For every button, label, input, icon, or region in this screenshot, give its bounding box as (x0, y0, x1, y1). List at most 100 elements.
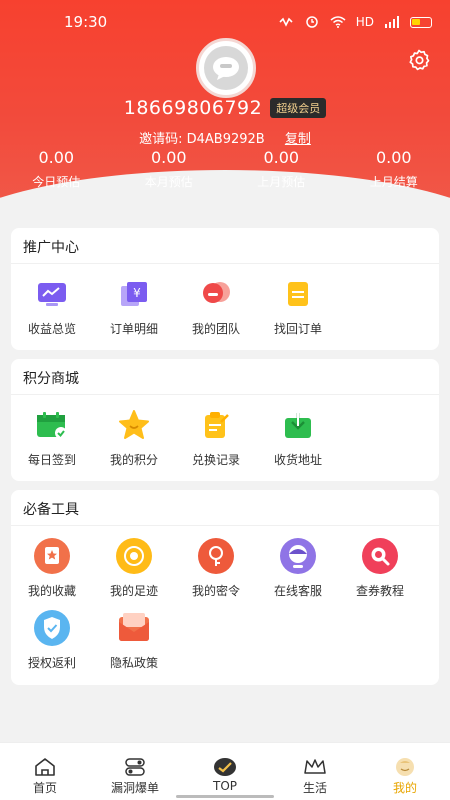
chat-bubble-icon (213, 57, 239, 80)
stat-label: 本月预估 (144, 175, 193, 189)
chart-icon (38, 283, 66, 306)
menu-exchange-records[interactable]: 兑换记录 (175, 405, 257, 477)
copy-button[interactable]: 复制 (285, 132, 311, 147)
menu-label: 授权返利 (27, 656, 76, 670)
bottom-navigation: 首页 漏洞爆单 TOP 生活 我的 (0, 742, 450, 800)
avatar[interactable] (196, 38, 256, 98)
user-phone: 18669806792 (123, 97, 263, 119)
status-icons: HD (278, 15, 432, 29)
menu-my-points[interactable]: 我的积分 (93, 405, 175, 477)
menu-label: 收货地址 (273, 453, 322, 467)
status-time: 19:30 (64, 13, 108, 31)
nav-label: 生活 (302, 781, 327, 795)
menu-my-team[interactable]: 我的团队 (175, 274, 257, 346)
stat-this-month[interactable]: 0.00 本月预估 (113, 148, 226, 190)
stat-value: 0.00 (263, 148, 300, 167)
service-icon (280, 538, 316, 574)
vip-badge: 超级会员 (270, 98, 327, 118)
shield-icon (34, 610, 70, 646)
stat-label: 今日预估 (32, 175, 81, 189)
nav-label: TOP (212, 779, 237, 793)
menu-label: 我的足迹 (109, 584, 158, 598)
menu-label: 我的密令 (191, 584, 240, 598)
nav-mine[interactable]: 我的 (360, 743, 450, 800)
search-coupon-icon (362, 538, 398, 574)
menu-recover-order[interactable]: 找回订单 (257, 274, 339, 346)
menu-coupon-tutorial[interactable]: 查券教程 (339, 536, 421, 608)
menu-label: 我的积分 (109, 453, 158, 467)
stat-value: 0.00 (38, 148, 75, 167)
menu-label: 我的团队 (191, 322, 240, 336)
menu-earnings-overview[interactable]: 收益总览 (11, 274, 93, 346)
footprint-icon (116, 538, 152, 574)
nav-label: 首页 (32, 781, 57, 795)
star-icon (119, 410, 149, 439)
exchange-icon (205, 412, 229, 438)
tools-card: 必备工具 我的收藏 我的足迹 我的密令 在线客服 查券教程 授权返利 隐私政策 (11, 490, 439, 685)
home-icon (35, 758, 55, 776)
menu-label: 查券教程 (355, 584, 404, 598)
menu-order-details[interactable]: ¥ 订单明细 (93, 274, 175, 346)
network-label: HD (355, 15, 374, 29)
nav-label: 漏洞爆单 (110, 781, 159, 795)
stat-label: 上月预估 (257, 175, 306, 189)
wifi-icon (330, 16, 346, 28)
vibrate-icon (279, 17, 293, 27)
menu-label: 找回订单 (273, 322, 322, 336)
menu-authorize-rebate[interactable]: 授权返利 (11, 608, 93, 680)
menu-my-secret-code[interactable]: 我的密令 (175, 536, 257, 608)
earnings-stats: 0.00 今日预估 0.00 本月预估 0.00 上月预估 0.00 上月结算 (0, 148, 450, 190)
menu-daily-checkin[interactable]: 每日签到 (11, 405, 93, 477)
menu-label: 在线客服 (273, 584, 322, 598)
alarm-icon (305, 16, 318, 28)
stat-last-month[interactable]: 0.00 上月预估 (225, 148, 338, 190)
user-info: 18669806792 超级会员 (0, 96, 450, 120)
settings-button[interactable] (406, 47, 432, 73)
nav-deals[interactable]: 漏洞爆单 (90, 743, 180, 800)
stat-today[interactable]: 0.00 今日预估 (0, 148, 113, 190)
key-icon (198, 538, 234, 574)
menu-label: 我的收藏 (27, 584, 76, 598)
battery-icon (410, 16, 432, 28)
invite-code-row: 邀请码: D4AB9292B 复制 (0, 128, 450, 147)
stat-label: 上月结算 (369, 175, 418, 189)
menu-label: 每日签到 (27, 453, 76, 467)
invite-code: 邀请码: D4AB9292B (139, 132, 265, 147)
card-title: 积分商城 (11, 359, 439, 395)
card-title: 推广中心 (11, 228, 439, 264)
menu-label: 订单明细 (109, 322, 158, 336)
signal-icon (385, 16, 399, 28)
stat-value: 0.00 (375, 148, 412, 167)
menu-shipping-address[interactable]: 收货地址 (257, 405, 339, 477)
menu-label: 兑换记录 (191, 453, 240, 467)
gear-icon (409, 49, 430, 71)
order-icon: ¥ (121, 282, 147, 306)
menu-privacy-policy[interactable]: 隐私政策 (93, 608, 175, 680)
card-title: 必备工具 (11, 490, 439, 526)
menu-online-service[interactable]: 在线客服 (257, 536, 339, 608)
address-icon (285, 413, 311, 438)
toggle-icon (125, 758, 145, 776)
nav-life[interactable]: 生活 (270, 743, 360, 800)
stat-last-month-settled[interactable]: 0.00 上月结算 (338, 148, 450, 190)
menu-my-footprints[interactable]: 我的足迹 (93, 536, 175, 608)
avatar-placeholder (204, 46, 248, 90)
calendar-icon (37, 412, 67, 439)
favorite-icon (34, 538, 70, 574)
menu-my-favorites[interactable]: 我的收藏 (11, 536, 93, 608)
top-badge-icon (214, 758, 236, 776)
stat-value: 0.00 (150, 148, 187, 167)
team-icon (203, 282, 230, 303)
mail-icon (119, 613, 149, 641)
points-mall-card: 积分商城 每日签到 我的积分 兑换记录 收货地址 (11, 359, 439, 481)
menu-label: 收益总览 (27, 322, 76, 336)
promo-center-card: 推广中心 收益总览 ¥ 订单明细 我的团队 找回订单 (11, 228, 439, 350)
svg-text:¥: ¥ (133, 286, 141, 300)
home-indicator (176, 795, 274, 798)
nav-home[interactable]: 首页 (0, 743, 90, 800)
menu-label: 隐私政策 (109, 656, 158, 670)
profile-face-icon (396, 758, 414, 776)
nav-label: 我的 (392, 781, 417, 795)
nav-top[interactable]: TOP (180, 743, 270, 800)
crown-icon (304, 759, 326, 774)
